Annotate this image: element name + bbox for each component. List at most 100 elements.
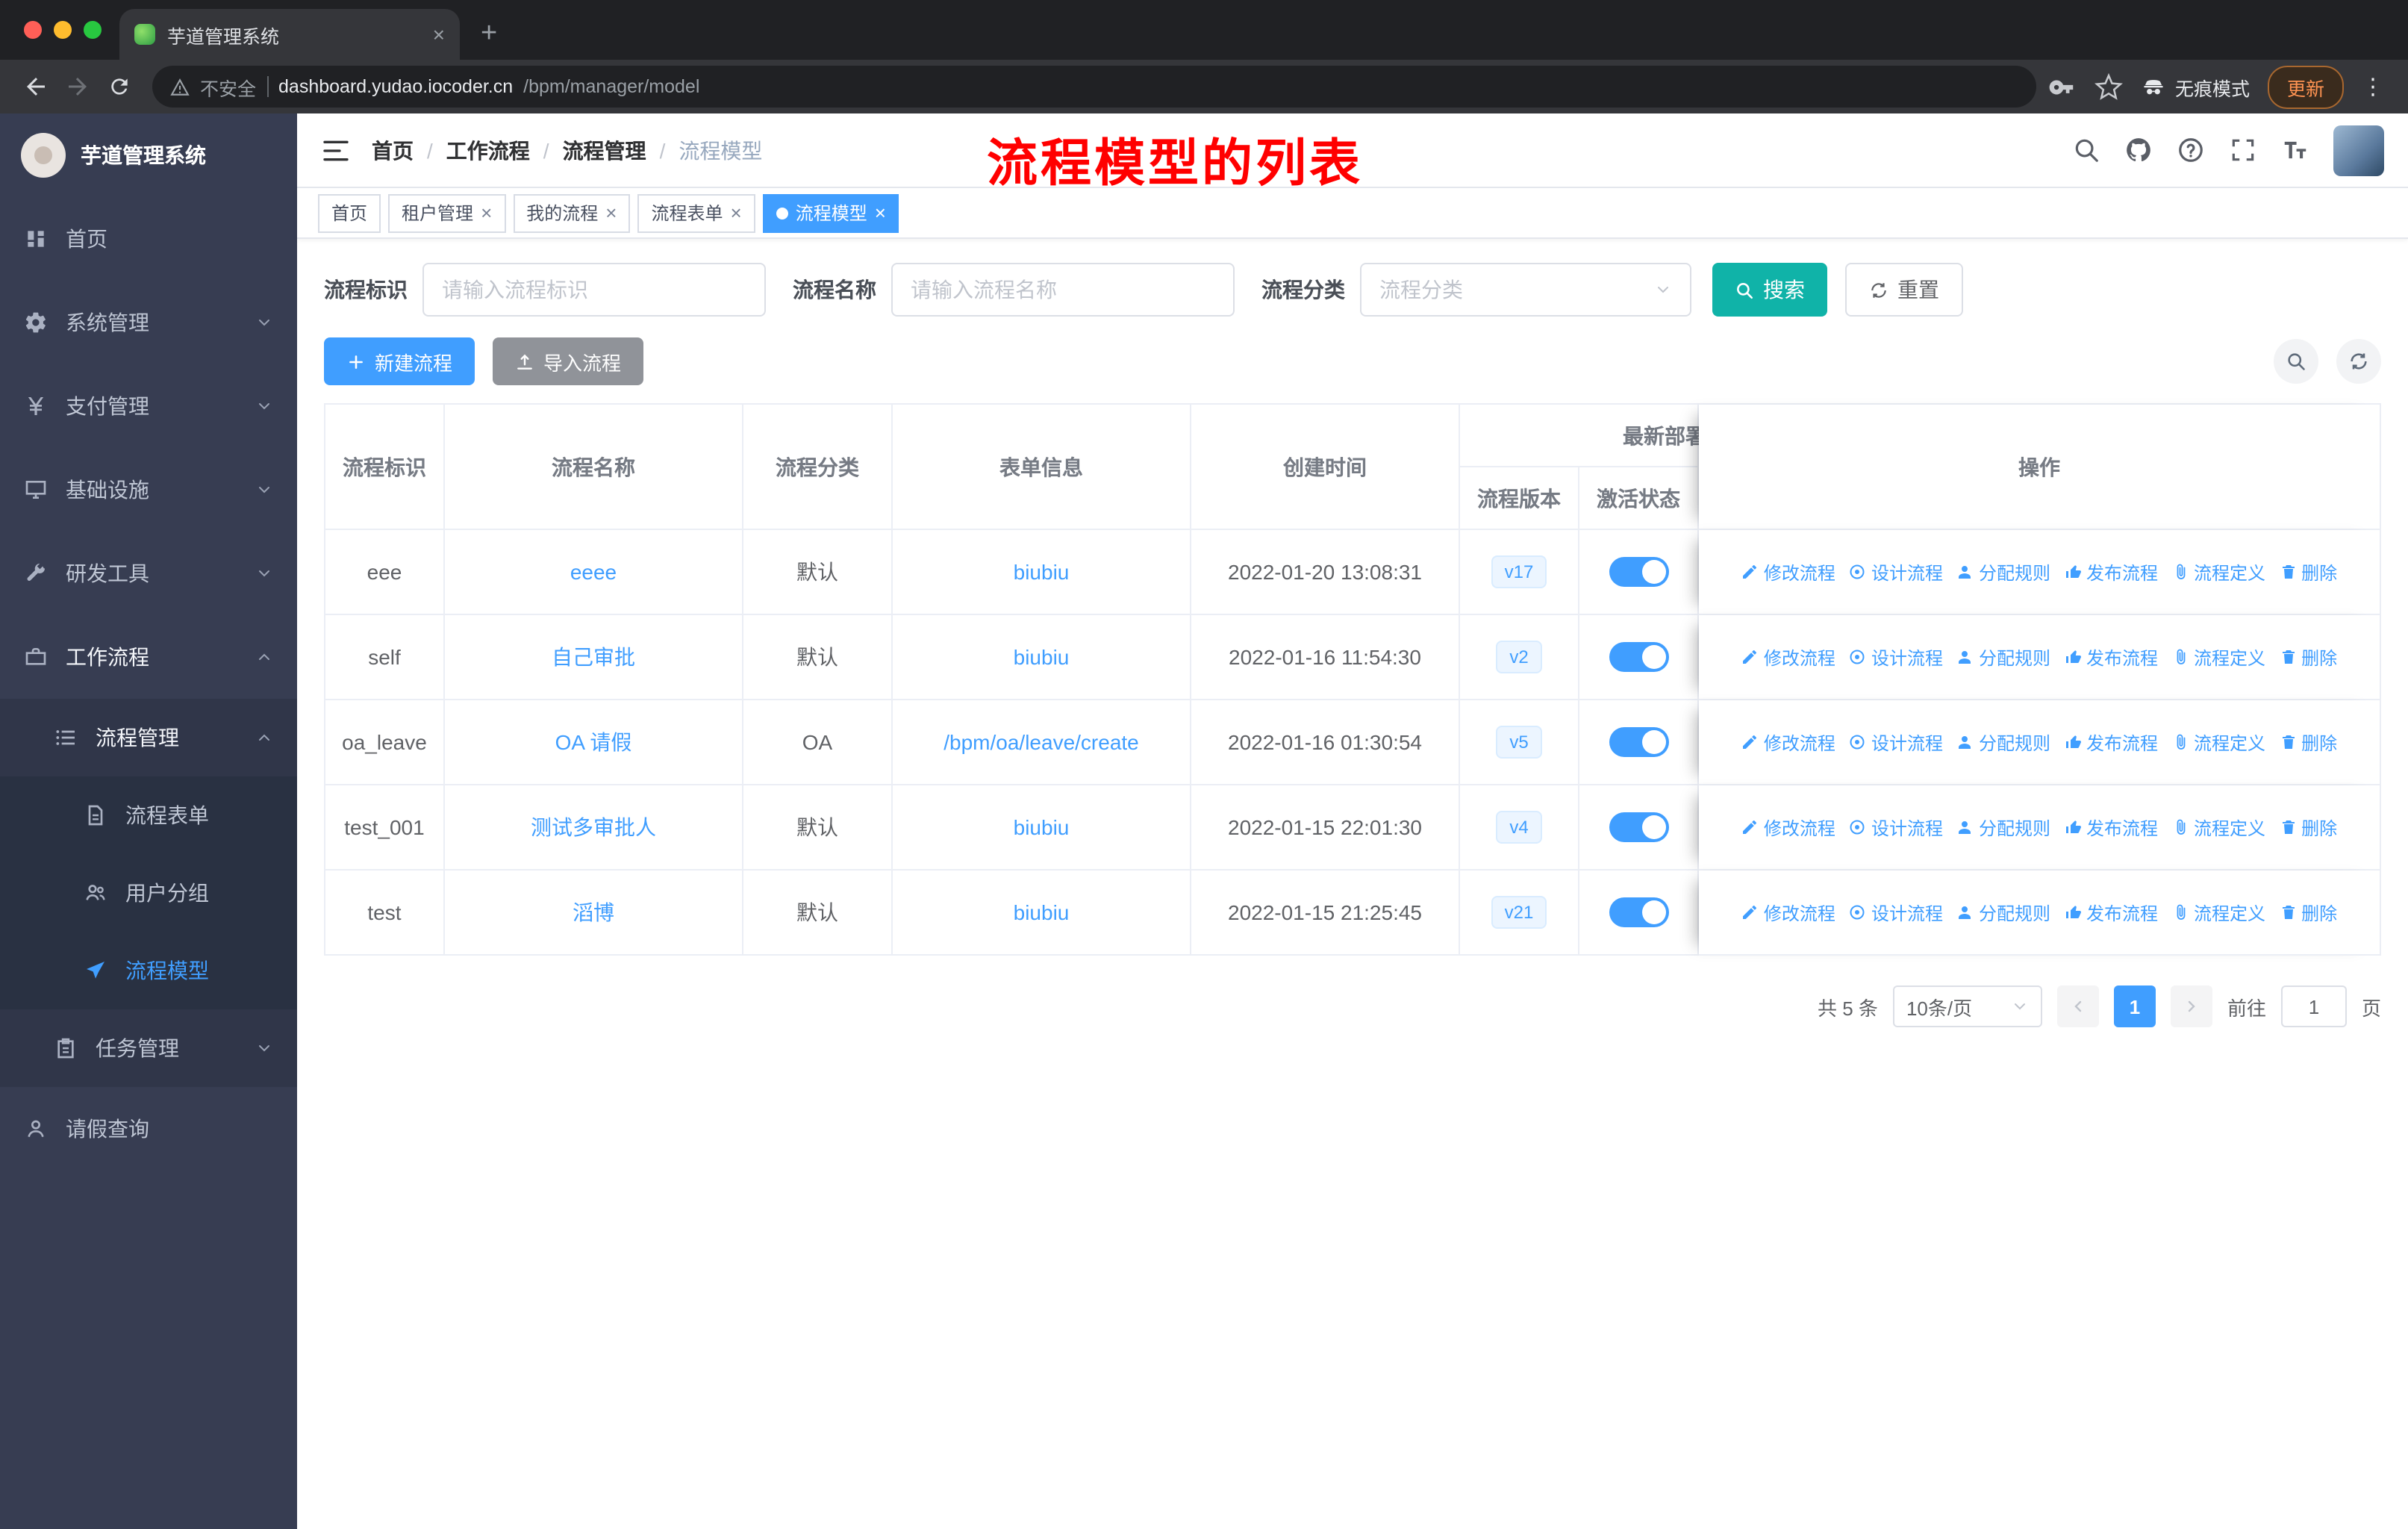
form-info-link[interactable]: /bpm/oa/leave/create [943, 730, 1139, 754]
github-icon[interactable] [2124, 136, 2153, 164]
delete-process-link[interactable]: 删除 [2279, 729, 2337, 755]
edit-process-link[interactable]: 修改流程 [1741, 559, 1835, 585]
edit-process-link[interactable]: 修改流程 [1741, 815, 1835, 840]
version-badge[interactable]: v17 [1491, 555, 1547, 589]
import-process-button[interactable]: 导入流程 [493, 337, 644, 385]
active-toggle[interactable] [1609, 812, 1668, 842]
version-badge[interactable]: v4 [1496, 810, 1542, 844]
page-1-button[interactable]: 1 [2113, 985, 2156, 1027]
assign-rule-link[interactable]: 分配规则 [1956, 900, 2050, 925]
breadcrumb-item[interactable]: 首页 [372, 135, 414, 165]
reset-button[interactable]: 重置 [1845, 263, 1963, 317]
publish-process-link[interactable]: 发布流程 [2064, 900, 2158, 925]
publish-process-link[interactable]: 发布流程 [2064, 815, 2158, 840]
sidebar-item-workflow[interactable]: 工作流程 [0, 615, 297, 699]
active-toggle[interactable] [1609, 642, 1668, 672]
create-process-button[interactable]: 新建流程 [324, 337, 475, 385]
close-icon[interactable]: × [731, 202, 742, 224]
process-key-input[interactable] [422, 263, 766, 317]
form-info-link[interactable]: biubiu [1014, 645, 1070, 669]
close-icon[interactable]: × [875, 202, 886, 224]
sidebar-item-system[interactable]: 系统管理 [0, 281, 297, 364]
browser-tab[interactable]: 芋道管理系统 × [119, 9, 460, 60]
process-definition-link[interactable]: 流程定义 [2171, 559, 2265, 585]
tag-home[interactable]: 首页 [318, 193, 381, 232]
design-process-link[interactable]: 设计流程 [1849, 644, 1943, 670]
delete-process-link[interactable]: 删除 [2279, 900, 2337, 925]
process-name-link[interactable]: OA 请假 [555, 730, 632, 754]
tag-process-model[interactable]: 流程模型 × [762, 193, 899, 232]
publish-process-link[interactable]: 发布流程 [2064, 729, 2158, 755]
page-size-select[interactable]: 10条/页 [1892, 985, 2042, 1027]
close-icon[interactable]: × [605, 202, 617, 224]
version-badge[interactable]: v21 [1491, 895, 1547, 929]
sidebar-item-task-management[interactable]: 任务管理 [0, 1009, 297, 1087]
publish-process-link[interactable]: 发布流程 [2064, 644, 2158, 670]
bookmark-star-icon[interactable] [2094, 72, 2123, 101]
close-icon[interactable]: × [481, 202, 492, 224]
assign-rule-link[interactable]: 分配规则 [1956, 815, 2050, 840]
process-definition-link[interactable]: 流程定义 [2171, 729, 2265, 755]
process-definition-link[interactable]: 流程定义 [2171, 644, 2265, 670]
tag-tenant-management[interactable]: 租户管理 × [388, 193, 506, 232]
search-icon[interactable] [2072, 136, 2100, 164]
design-process-link[interactable]: 设计流程 [1849, 559, 1943, 585]
edit-process-link[interactable]: 修改流程 [1741, 644, 1835, 670]
sidebar-item-process-form[interactable]: 流程表单 [0, 776, 297, 854]
delete-process-link[interactable]: 删除 [2279, 559, 2337, 585]
url-bar[interactable]: 不安全 dashboard.yudao.iocoder.cn/bpm/manag… [152, 66, 2036, 108]
app-logo[interactable]: 芋道管理系统 [0, 113, 297, 197]
edit-process-link[interactable]: 修改流程 [1741, 900, 1835, 925]
font-size-icon[interactable] [2281, 136, 2309, 164]
goto-page-input[interactable] [2280, 985, 2347, 1027]
sidebar-item-process-model[interactable]: 流程模型 [0, 932, 297, 1009]
form-info-link[interactable]: biubiu [1014, 900, 1070, 924]
sidebar-item-home[interactable]: 首页 [0, 197, 297, 281]
tab-close-icon[interactable]: × [433, 22, 445, 46]
design-process-link[interactable]: 设计流程 [1849, 815, 1943, 840]
process-name-link[interactable]: 自己审批 [552, 645, 635, 669]
prev-page-button[interactable] [2056, 985, 2099, 1027]
new-tab-button[interactable]: + [481, 19, 497, 48]
sidebar-item-devtools[interactable]: 研发工具 [0, 532, 297, 615]
category-select[interactable]: 流程分类 [1360, 263, 1691, 317]
publish-process-link[interactable]: 发布流程 [2064, 559, 2158, 585]
close-window-button[interactable] [24, 21, 42, 39]
fullscreen-icon[interactable] [2229, 136, 2257, 164]
tag-my-process[interactable]: 我的流程 × [513, 193, 631, 232]
breadcrumb-item[interactable]: 工作流程 [446, 135, 530, 165]
form-info-link[interactable]: biubiu [1014, 815, 1070, 839]
sidebar-item-payment[interactable]: 支付管理 [0, 364, 297, 448]
forward-icon[interactable] [57, 66, 99, 108]
sidebar-item-process-management[interactable]: 流程管理 [0, 699, 297, 776]
minimize-window-button[interactable] [54, 21, 72, 39]
sidebar-item-user-group[interactable]: 用户分组 [0, 854, 297, 932]
process-name-link[interactable]: 滔博 [573, 900, 614, 924]
assign-rule-link[interactable]: 分配规则 [1956, 559, 2050, 585]
help-icon[interactable] [2177, 136, 2205, 164]
user-avatar[interactable] [2333, 125, 2384, 175]
zoom-window-button[interactable] [84, 21, 102, 39]
design-process-link[interactable]: 设计流程 [1849, 900, 1943, 925]
refresh-table-button[interactable] [2336, 339, 2381, 384]
version-badge[interactable]: v5 [1496, 725, 1542, 759]
reload-icon[interactable] [99, 66, 140, 108]
delete-process-link[interactable]: 删除 [2279, 644, 2337, 670]
version-badge[interactable]: v2 [1496, 640, 1542, 674]
active-toggle[interactable] [1609, 557, 1668, 587]
process-name-link[interactable]: 测试多审批人 [531, 815, 656, 839]
design-process-link[interactable]: 设计流程 [1849, 729, 1943, 755]
sidebar-item-infrastructure[interactable]: 基础设施 [0, 448, 297, 532]
tag-process-form[interactable]: 流程表单 × [637, 193, 755, 232]
assign-rule-link[interactable]: 分配规则 [1956, 644, 2050, 670]
search-button[interactable]: 搜索 [1712, 263, 1827, 317]
assign-rule-link[interactable]: 分配规则 [1956, 729, 2050, 755]
next-page-button[interactable] [2170, 985, 2212, 1027]
update-button[interactable]: 更新 [2267, 65, 2344, 108]
process-name-input[interactable] [891, 263, 1235, 317]
delete-process-link[interactable]: 删除 [2279, 815, 2337, 840]
key-icon[interactable] [2048, 72, 2077, 101]
process-name-link[interactable]: eeee [570, 560, 617, 584]
breadcrumb-item[interactable]: 流程管理 [563, 135, 646, 165]
active-toggle[interactable] [1609, 897, 1668, 927]
